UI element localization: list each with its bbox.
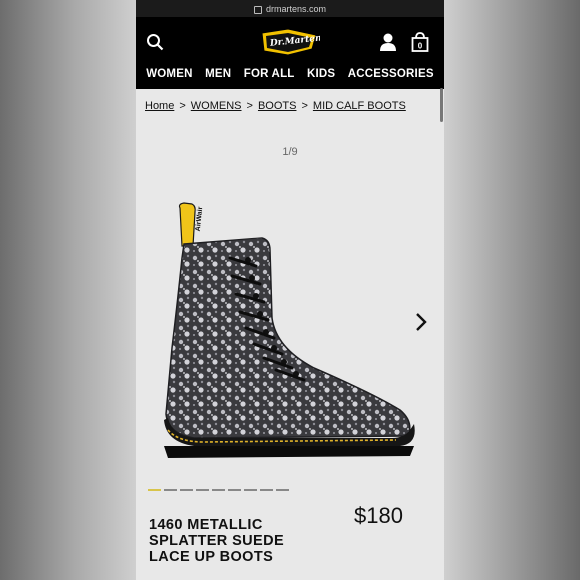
account-icon[interactable] [378,32,398,52]
phone-screen: drmartens.com Dr.Martens 0 WOMEN MEN FOR… [136,0,444,580]
nav-for-all[interactable]: FOR ALL [244,68,295,80]
shopping-bag-icon[interactable]: 0 [410,31,430,53]
gallery-dot[interactable] [276,489,289,491]
image-counter: 1/9 [282,146,298,158]
product-price: $180 [354,503,403,528]
lock-icon [253,5,262,14]
page-scrollbar[interactable] [440,88,443,122]
svg-text:AirWair: AirWair [195,206,205,232]
product-title-line: 1460 METALLIC [149,517,263,533]
main-navigation: WOMEN MEN FOR ALL KIDS ACCESSORIES [136,65,444,83]
logo-graphic: Dr.Martens [261,28,327,56]
gallery-dot[interactable] [212,489,225,491]
breadcrumb-womens[interactable]: WOMENS [191,100,242,112]
gallery-dot[interactable] [196,489,209,491]
gallery-dot[interactable] [228,489,241,491]
breadcrumb-home[interactable]: Home [145,100,174,112]
product-title-line: LACE UP BOOTS [149,549,274,565]
nav-men[interactable]: MEN [205,68,231,80]
chevron-right-icon: > [301,100,308,112]
svg-text:0: 0 [418,42,423,51]
breadcrumb: Home > WOMENS > BOOTS > MID CALF BOOTS [145,100,406,112]
nav-kids[interactable]: KIDS [307,68,335,80]
product-image[interactable]: AirWair [164,198,424,476]
url-text: drmartens.com [265,3,327,14]
blurred-background-right [444,0,580,580]
browser-url-bar[interactable]: drmartens.com [136,0,444,17]
gallery-dot[interactable] [244,489,257,491]
site-header: Dr.Martens 0 WOMEN MEN FOR ALL KIDS ACCE… [136,17,444,89]
gallery-pagination [148,489,289,491]
search-icon[interactable] [146,33,164,51]
chevron-right-icon: > [246,100,253,112]
gallery-dot[interactable] [164,489,177,491]
brand-logo[interactable]: Dr.Martens [258,25,327,59]
chevron-right-icon: > [179,100,186,112]
gallery-dot[interactable] [260,489,273,491]
product-title-line: SPLATTER SUEDE [149,533,285,549]
product-title: 1460 METALLIC SPLATTER SUEDE LACE UP BOO… [149,517,329,565]
gallery-dot[interactable] [148,489,161,491]
nav-women[interactable]: WOMEN [146,68,192,80]
breadcrumb-boots[interactable]: BOOTS [258,100,297,112]
blurred-background-left [0,0,136,580]
next-image-arrow-icon[interactable] [414,312,428,332]
gallery-dot[interactable] [180,489,193,491]
breadcrumb-mid-calf-boots[interactable]: MID CALF BOOTS [313,100,406,112]
nav-accessories[interactable]: ACCESSORIES [348,68,434,80]
